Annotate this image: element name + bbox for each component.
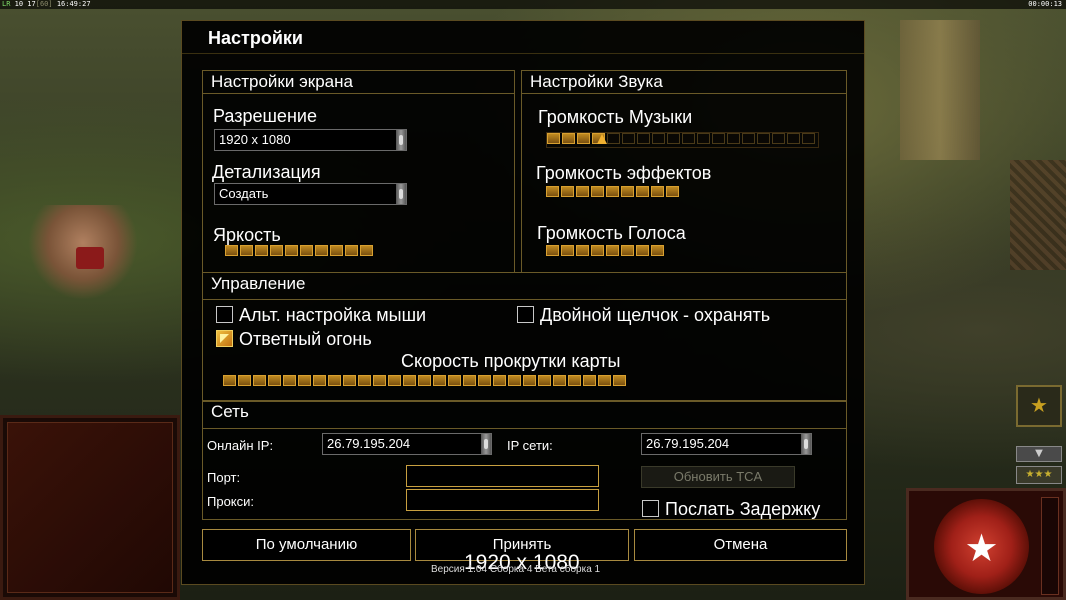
port-input[interactable] xyxy=(406,465,599,487)
options-dialog: Настройки Настройки экрана Разрешение 19… xyxy=(181,20,865,585)
minimap[interactable] xyxy=(0,415,180,600)
alt-mouse-label: Альт. настройка мыши xyxy=(239,305,427,325)
hud-stats: LR 10 17[60] 16:49:27 xyxy=(2,0,91,8)
cancel-button[interactable]: Отмена xyxy=(634,529,847,561)
voice-volume-label: Громкость Голоса xyxy=(537,223,686,243)
brightness-slider[interactable] xyxy=(225,245,375,259)
scroll-arrow-icon[interactable] xyxy=(396,184,406,204)
chevron-down-icon[interactable]: ▼ xyxy=(1016,446,1062,462)
background-structure xyxy=(1010,160,1066,270)
divider xyxy=(522,93,846,94)
version-text: Версия 1.04 Сборка 4 Бета сборка 1 xyxy=(431,564,601,575)
detail-select[interactable]: Создать xyxy=(214,183,407,205)
proxy-input[interactable] xyxy=(406,489,599,511)
divider xyxy=(182,53,864,54)
section-title: Настройки экрана xyxy=(211,72,353,91)
update-tca-button[interactable]: Обновить TCA xyxy=(641,466,795,488)
detail-label: Детализация xyxy=(212,162,321,182)
send-delay-label: Послать Задержку xyxy=(665,499,821,519)
dialog-title: Настройки xyxy=(208,28,303,48)
resolution-value: 1920 x 1080 xyxy=(219,132,291,147)
alt-mouse-checkbox[interactable] xyxy=(216,306,233,323)
resolution-label: Разрешение xyxy=(213,106,317,126)
send-delay-checkbox[interactable] xyxy=(642,500,659,517)
divider xyxy=(203,299,846,300)
music-volume-label: Громкость Музыки xyxy=(538,107,693,127)
network-section: Сеть Онлайн IP: 26.79.195.204 IP сети: 2… xyxy=(202,400,847,520)
section-title: Настройки Звука xyxy=(530,72,663,91)
music-volume-slider[interactable] xyxy=(546,132,819,148)
double-click-guard-checkbox[interactable] xyxy=(517,306,534,323)
retaliation-checkbox[interactable] xyxy=(216,330,233,347)
online-ip-value: 26.79.195.204 xyxy=(327,436,411,451)
scroll-arrow-icon[interactable] xyxy=(801,434,811,454)
lan-ip-label: IP сети: xyxy=(507,438,553,453)
divider xyxy=(203,428,846,429)
display-settings-section: Настройки экрана Разрешение 1920 x 1080 … xyxy=(202,70,515,273)
port-label: Порт: xyxy=(207,470,241,485)
background-building xyxy=(900,20,980,160)
rank-stars-icon[interactable]: ★★★ xyxy=(1016,466,1062,484)
sound-settings-section: Настройки Звука Громкость Музыки Громкос… xyxy=(521,70,847,273)
section-title: Сеть xyxy=(211,402,249,421)
effects-volume-slider[interactable] xyxy=(546,186,681,200)
divider xyxy=(203,93,514,94)
slider-thumb-icon[interactable] xyxy=(597,134,607,144)
retaliation-label: Ответный огонь xyxy=(239,329,372,349)
scroll-arrow-icon[interactable] xyxy=(396,130,406,150)
double-click-guard-label: Двойной щелчок - охранять xyxy=(540,305,771,325)
default-button[interactable]: По умолчанию xyxy=(202,529,411,561)
star-icon: ★ xyxy=(964,526,999,570)
online-ip-label: Онлайн IP: xyxy=(207,438,274,453)
hud-top-bar: LR 10 17[60] 16:49:27 00:00:13 xyxy=(0,0,1066,9)
faction-emblem-panel: ★ xyxy=(906,488,1066,600)
power-bar xyxy=(1041,497,1059,595)
lan-ip-select[interactable]: 26.79.195.204 xyxy=(641,433,812,455)
hud-timer: 00:00:13 xyxy=(1028,0,1062,8)
section-title: Управление xyxy=(211,274,306,293)
proxy-label: Прокси: xyxy=(207,494,255,509)
lan-ip-value: 26.79.195.204 xyxy=(646,436,730,451)
controls-section: Управление Альт. настройка мыши Двойной … xyxy=(202,272,847,402)
general-powers-button[interactable] xyxy=(1016,385,1062,427)
brightness-label: Яркость xyxy=(213,225,281,245)
scroll-speed-slider[interactable] xyxy=(223,375,628,389)
detail-value: Создать xyxy=(219,186,269,201)
voice-volume-slider[interactable] xyxy=(546,245,666,259)
online-ip-select[interactable]: 26.79.195.204 xyxy=(322,433,492,455)
resolution-select[interactable]: 1920 x 1080 xyxy=(214,129,407,151)
scroll-arrow-icon[interactable] xyxy=(481,434,491,454)
effects-volume-label: Громкость эффектов xyxy=(536,163,712,183)
scroll-speed-label: Скорость прокрутки карты xyxy=(401,351,621,371)
base-building xyxy=(28,205,138,300)
